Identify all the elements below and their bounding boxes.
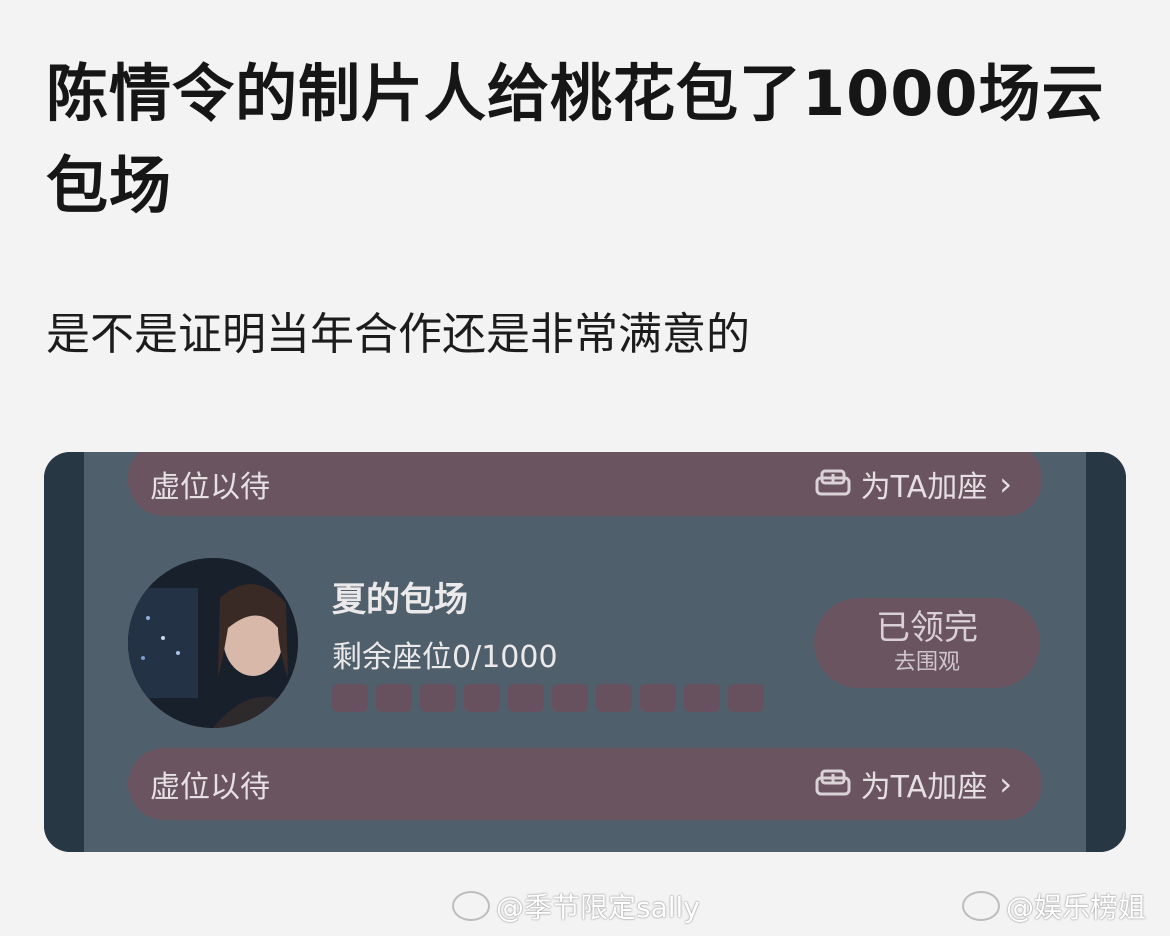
seat-slot: [332, 684, 368, 712]
seat-slot: [376, 684, 412, 712]
cloud-screening-card: 虚位以待 为TA加座 › 夏的包场 剩余座位0/1000 已领完 去围观 虚位以…: [44, 452, 1126, 852]
seat-slot: [420, 684, 456, 712]
weibo-icon: [962, 891, 1000, 921]
seat-slot: [684, 684, 720, 712]
avatar[interactable]: [128, 558, 298, 728]
watermark-source: @娱乐榜姐: [962, 886, 1146, 926]
seat-slot: [508, 684, 544, 712]
seat-count: 剩余座位0/1000: [332, 640, 558, 675]
claimed-button[interactable]: 已领完 去围观: [814, 598, 1040, 688]
seat-slot: [464, 684, 500, 712]
vacant-seat-row-top[interactable]: 虚位以待 为TA加座 ›: [128, 452, 1042, 516]
vacant-label: 虚位以待: [150, 770, 270, 805]
add-seat-button[interactable]: 为TA加座 ›: [815, 762, 1012, 806]
seat-slot: [552, 684, 588, 712]
room-name: 夏的包场: [332, 580, 468, 620]
weibo-icon: [452, 891, 490, 921]
add-seat-label: 为TA加座: [860, 770, 988, 805]
seat-slots: [332, 684, 764, 712]
seat-slot: [728, 684, 764, 712]
add-seat-label: 为TA加座: [860, 470, 988, 505]
sofa-plus-icon: [815, 468, 851, 500]
card-edge-right: [1086, 452, 1126, 852]
seat-slot: [596, 684, 632, 712]
chevron-right-icon: ›: [999, 765, 1012, 803]
chevron-right-icon: ›: [999, 465, 1012, 503]
watermark-author: @季节限定sally: [452, 886, 700, 926]
claimed-label: 已领完: [876, 608, 978, 648]
post-title: 陈情令的制片人给桃花包了1000场云包场: [46, 57, 1105, 222]
vacant-label: 虚位以待: [150, 470, 270, 505]
post-body: 是不是证明当年合作还是非常满意的: [46, 309, 750, 360]
add-seat-button[interactable]: 为TA加座 ›: [815, 462, 1012, 506]
vacant-seat-row-bottom[interactable]: 虚位以待 为TA加座 ›: [128, 748, 1042, 820]
card-edge-left: [44, 452, 84, 852]
watch-label: 去围观: [893, 650, 960, 675]
seat-slot: [640, 684, 676, 712]
sofa-plus-icon: [815, 768, 851, 800]
